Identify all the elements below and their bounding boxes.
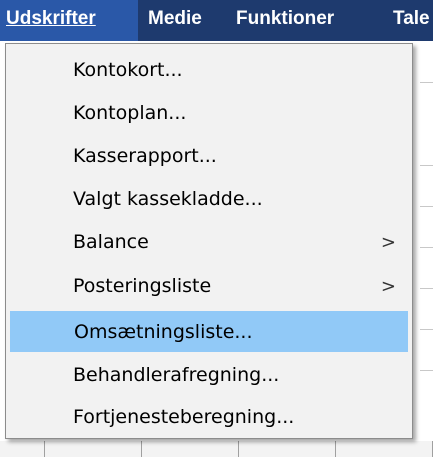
udskrifter-dropdown-menu: Kontokort... Kontoplan... Kasserapport..… [5, 43, 413, 439]
background-divider [420, 288, 433, 289]
menu-item-label: Omsætningsliste... [74, 321, 253, 343]
background-table-cell [0, 441, 45, 457]
background-table-cell [45, 441, 142, 457]
menu-item-label: Balance [73, 231, 149, 253]
menu-item-label: Kontokort... [73, 59, 183, 81]
menu-tale-label: Tale [393, 8, 430, 29]
background-divider [420, 370, 433, 371]
menu-item-kasserapport[interactable]: Kasserapport... [10, 136, 408, 177]
menu-medie[interactable]: Medie [148, 0, 202, 41]
background-divider [420, 329, 433, 330]
background-table-cell [239, 441, 336, 457]
background-window-edge [420, 41, 433, 457]
menu-item-valgt-kassekladde[interactable]: Valgt kassekladde... [10, 179, 408, 220]
background-table-cell [142, 441, 239, 457]
submenu-chevron-right-icon: > [380, 276, 396, 297]
menu-funktioner[interactable]: Funktioner [236, 0, 334, 41]
menu-item-label: Valgt kassekladde... [73, 188, 263, 210]
menu-item-kontokort[interactable]: Kontokort... [10, 50, 408, 91]
menu-item-label: Fortjenesteberegning... [73, 406, 295, 428]
menu-item-label: Kontoplan... [73, 102, 187, 124]
submenu-chevron-right-icon: > [380, 232, 396, 253]
menu-item-label: Behandlerafregning... [73, 364, 280, 386]
menu-item-fortjenesteberegning[interactable]: Fortjenesteberegning... [10, 397, 408, 438]
menu-item-kontoplan[interactable]: Kontoplan... [10, 93, 408, 134]
background-table-cell [336, 441, 433, 457]
menu-udskrifter[interactable]: Udskrifter [0, 0, 138, 41]
menu-medie-label: Medie [148, 8, 202, 29]
menu-item-label: Kasserapport... [73, 145, 217, 167]
app-window: Udskrifter Medie Funktioner Tale Kontoko… [0, 0, 433, 457]
background-divider [420, 206, 433, 207]
menu-item-label: Posteringsliste [73, 275, 212, 297]
menu-item-balance[interactable]: Balance > [10, 222, 408, 263]
menu-tale[interactable]: Tale [393, 0, 430, 41]
menu-bar: Udskrifter Medie Funktioner Tale [0, 0, 433, 41]
menu-item-behandlerafregning[interactable]: Behandlerafregning... [10, 355, 408, 396]
menu-item-posteringsliste[interactable]: Posteringsliste > [10, 266, 408, 307]
menu-item-omsaetningsliste[interactable]: Omsætningsliste... [10, 311, 408, 352]
background-divider [420, 247, 433, 248]
background-divider [420, 82, 433, 83]
background-divider [420, 165, 433, 166]
menu-udskrifter-label: Udskrifter [6, 8, 96, 29]
menu-funktioner-label: Funktioner [236, 8, 335, 29]
